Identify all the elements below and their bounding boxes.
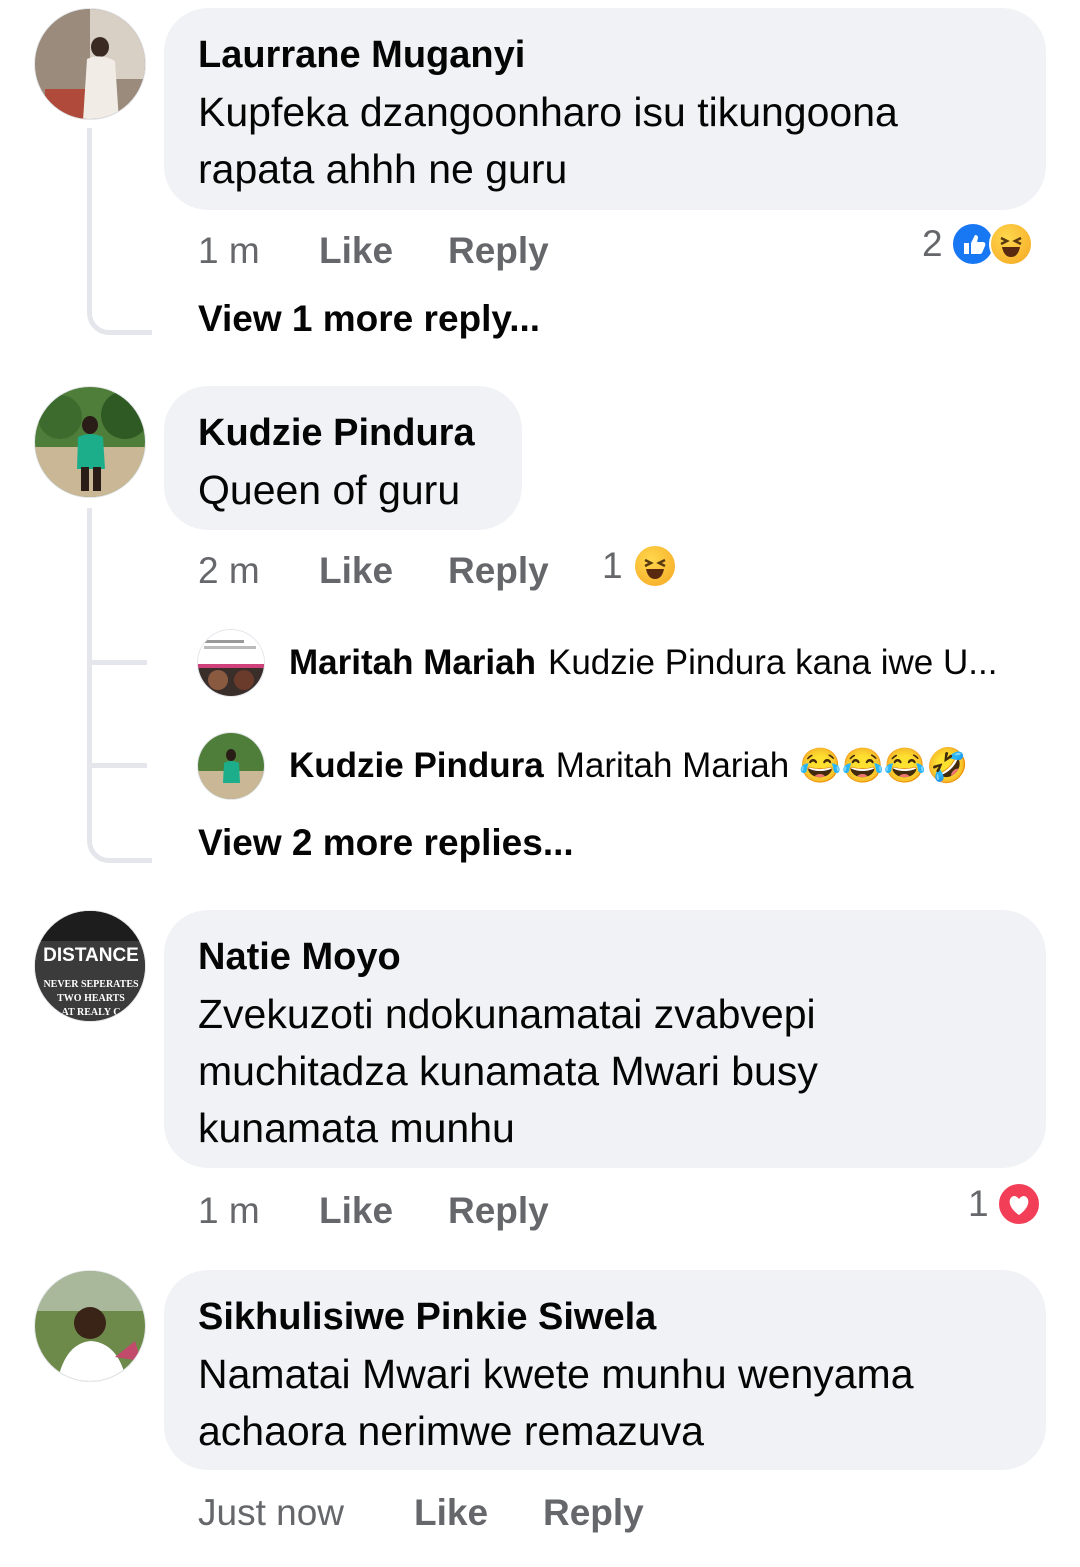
reaction-count: 1	[602, 545, 623, 586]
comment-time[interactable]: Just now	[198, 1492, 414, 1534]
comment-time[interactable]: 1 m	[198, 230, 319, 272]
thread-line	[87, 128, 152, 335]
comment-author[interactable]: Natie Moyo	[198, 932, 1012, 982]
avatar-text: AT REALY C	[62, 1007, 121, 1018]
avatar-photo-icon	[35, 1271, 145, 1381]
avatar-photo-icon	[35, 387, 145, 497]
comment-bubble[interactable]: Natie Moyo Zvekuzoti ndokunamatai zvabve…	[164, 910, 1046, 1168]
thread-line	[87, 508, 152, 863]
thread-branch	[92, 763, 147, 768]
reply-item[interactable]: Kudzie Pindura Maritah Mariah 😂😂😂🤣	[289, 741, 969, 791]
reaction-summary[interactable]: 1	[602, 544, 677, 588]
thread-branch	[92, 660, 147, 665]
like-button[interactable]: Like	[319, 1190, 448, 1232]
reply-button[interactable]: Reply	[448, 230, 549, 272]
reaction-summary[interactable]: 1	[968, 1182, 1041, 1226]
comment-time[interactable]: 1 m	[198, 1190, 319, 1232]
comment-author[interactable]: Kudzie Pindura	[198, 408, 488, 458]
avatar-photo-icon	[35, 9, 145, 119]
comment-actions: 1 m Like Reply	[198, 1186, 549, 1236]
haha-icon	[988, 222, 1033, 266]
emoji-text: 😂😂😂🤣	[799, 747, 969, 785]
avatar-photo-icon: DISTANCE NEVER SEPERATES TWO HEARTS AT R…	[35, 911, 145, 1021]
reply-button[interactable]: Reply	[448, 1190, 549, 1232]
reply-text: Kudzie Pindura kana iwe U...	[548, 643, 998, 682]
avatar[interactable]	[34, 8, 146, 120]
comment-actions: 1 m Like Reply	[198, 226, 549, 276]
comment-author[interactable]: Sikhulisiwe Pinkie Siwela	[198, 1292, 1012, 1342]
reply-item[interactable]: Maritah Mariah Kudzie Pindura kana iwe U…	[289, 638, 997, 688]
avatar[interactable]: DISTANCE NEVER SEPERATES TWO HEARTS AT R…	[34, 910, 146, 1022]
like-button[interactable]: Like	[319, 550, 448, 592]
comment-text: Namatai Mwari kwete munhu wenyama achaor…	[198, 1351, 914, 1454]
avatar-text: DISTANCE	[43, 945, 139, 966]
reaction-summary[interactable]: 2	[922, 222, 1033, 266]
reply-button[interactable]: Reply	[543, 1492, 644, 1534]
view-more-replies[interactable]: View 2 more replies...	[198, 822, 574, 864]
avatar[interactable]	[197, 732, 265, 800]
comment-text: Kupfeka dzangoonharo isu tikungoona rapa…	[198, 89, 898, 192]
avatar-text: TWO HEARTS	[57, 993, 125, 1004]
avatar[interactable]	[34, 386, 146, 498]
comment-author[interactable]: Laurrane Muganyi	[198, 30, 1012, 80]
comment-bubble[interactable]: Kudzie Pindura Queen of guru	[164, 386, 522, 530]
reply-text: Maritah Mariah	[555, 746, 790, 785]
avatar-photo-icon	[198, 733, 264, 799]
avatar[interactable]	[34, 1270, 146, 1382]
like-button[interactable]: Like	[319, 230, 448, 272]
reaction-count: 1	[968, 1183, 989, 1224]
reply-author[interactable]: Maritah Mariah	[289, 643, 536, 683]
reaction-count: 2	[922, 223, 943, 264]
comment-actions: Just now Like Reply	[198, 1488, 644, 1538]
reply-button[interactable]: Reply	[448, 550, 549, 592]
comment-text: Queen of guru	[198, 467, 461, 513]
like-button[interactable]: Like	[414, 1492, 543, 1534]
comment-bubble[interactable]: Laurrane Muganyi Kupfeka dzangoonharo is…	[164, 8, 1046, 210]
avatar-photo-icon	[198, 630, 264, 696]
love-icon	[996, 1182, 1041, 1226]
reply-author[interactable]: Kudzie Pindura	[289, 746, 544, 786]
view-more-replies[interactable]: View 1 more reply...	[198, 298, 540, 340]
comment-bubble[interactable]: Sikhulisiwe Pinkie Siwela Namatai Mwari …	[164, 1270, 1046, 1470]
comment-time[interactable]: 2 m	[198, 550, 319, 592]
haha-icon	[632, 544, 677, 588]
comment-text: Zvekuzoti ndokunamatai zvabvepi muchitad…	[198, 991, 818, 1151]
comment-actions: 2 m Like Reply	[198, 546, 549, 596]
like-icon	[950, 222, 995, 266]
avatar[interactable]	[197, 629, 265, 697]
avatar-text: NEVER SEPERATES	[43, 979, 139, 990]
